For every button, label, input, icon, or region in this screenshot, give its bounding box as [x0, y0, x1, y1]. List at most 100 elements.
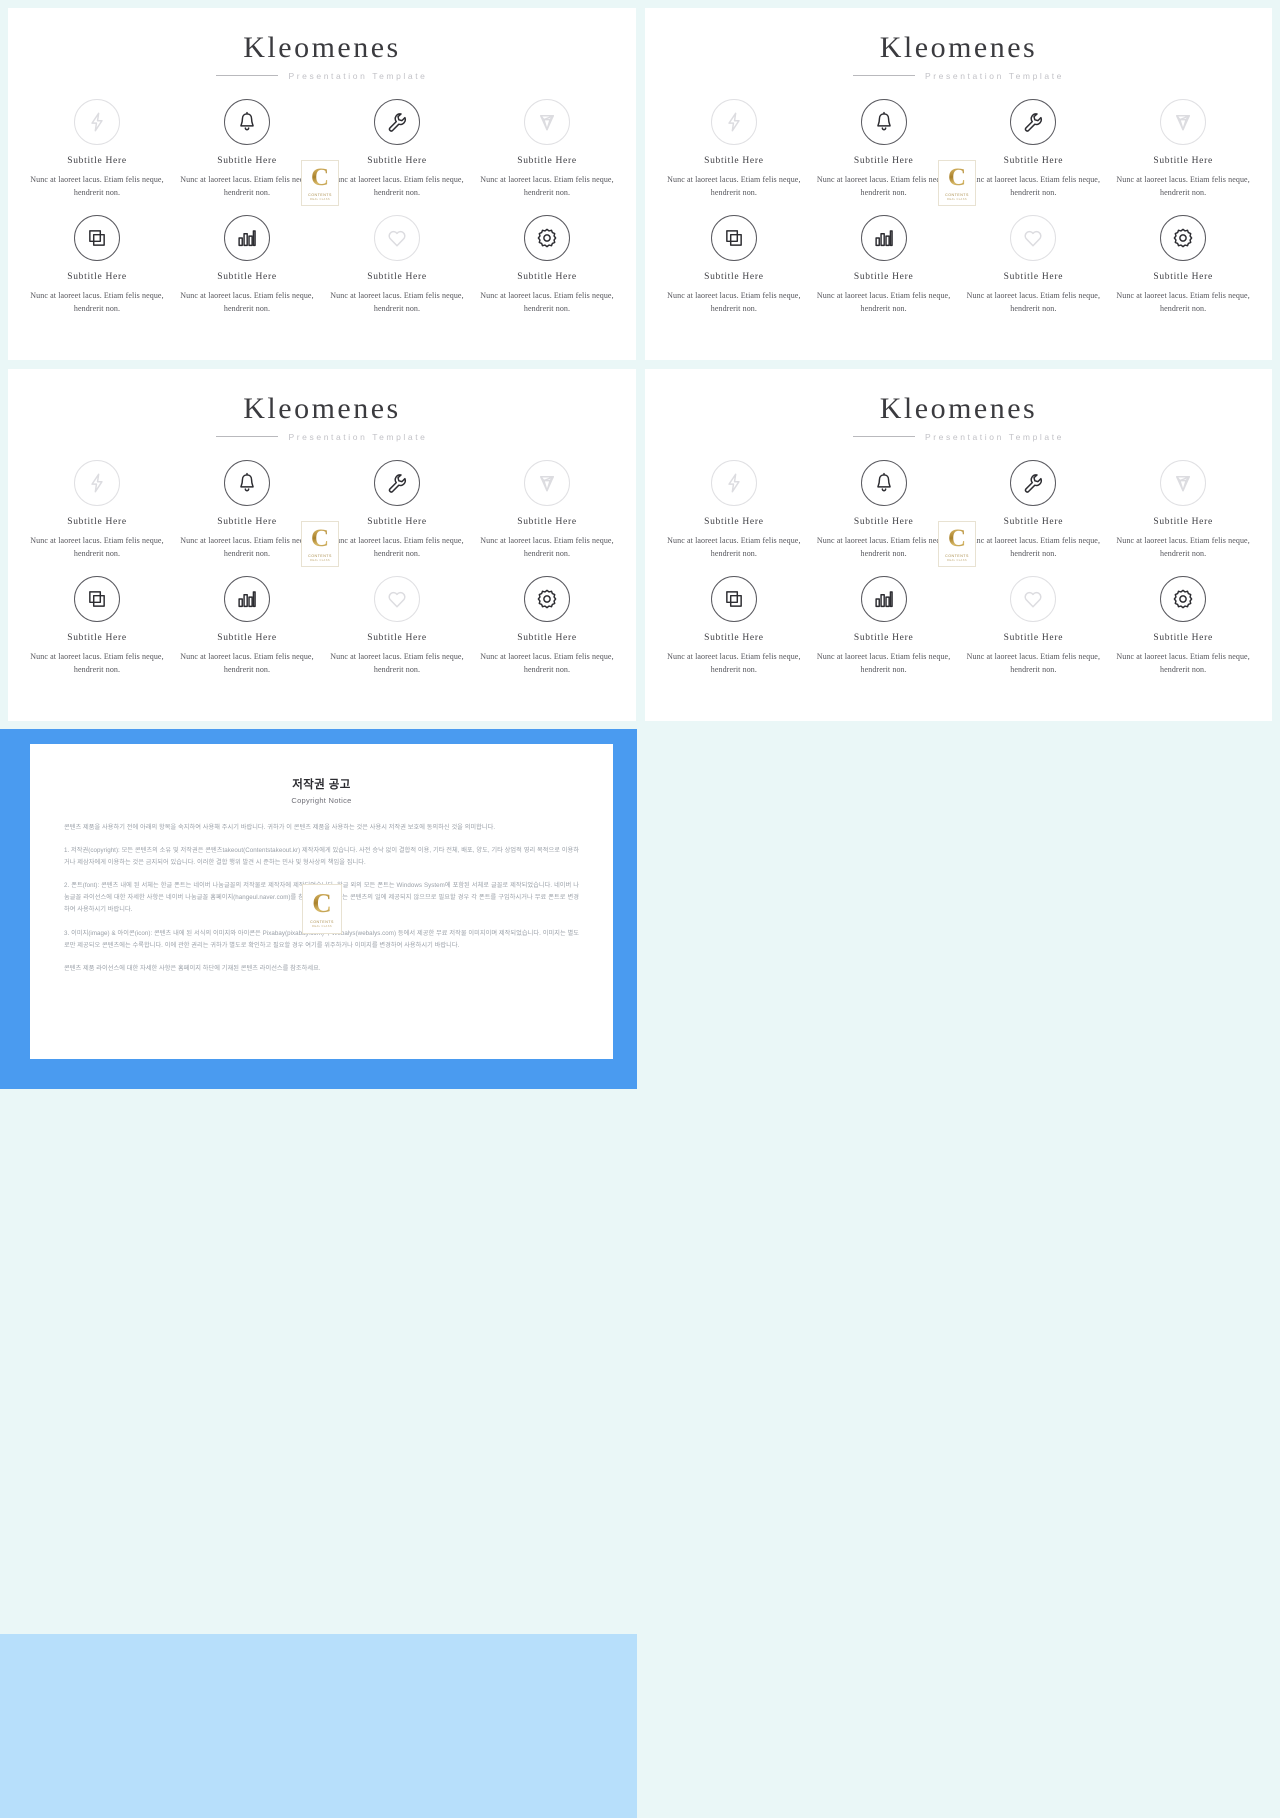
bell-icon[interactable] [860, 459, 907, 506]
feature-body: Nunc at laoreet lacus. Etiam felis neque… [1116, 535, 1250, 558]
lightning-bolt-icon[interactable] [710, 459, 757, 506]
feature-cell[interactable]: Subtitle Here Nunc at laoreet lacus. Etia… [959, 459, 1109, 560]
feature-cell[interactable]: Subtitle Here Nunc at laoreet lacus. Etia… [322, 575, 472, 676]
feature-cell[interactable]: Subtitle Here Nunc at laoreet lacus. Etia… [659, 98, 809, 199]
diamond-icon[interactable] [1160, 459, 1207, 506]
bar-chart-icon[interactable] [860, 214, 907, 261]
feature-cell[interactable]: Subtitle Here Nunc at laoreet lacus. Etia… [809, 575, 959, 676]
feature-cell[interactable]: Subtitle Here Nunc at laoreet lacus. Etia… [172, 459, 322, 560]
wrench-icon[interactable] [1010, 98, 1057, 145]
title-rule [852, 436, 915, 437]
feature-cell[interactable]: Subtitle Here Nunc at laoreet lacus. Etia… [172, 575, 322, 676]
lightning-bolt-icon[interactable] [74, 459, 120, 506]
feature-title: Subtitle Here [67, 155, 127, 166]
feature-cell[interactable]: Subtitle Here Nunc at laoreet lacus. Etia… [1108, 98, 1258, 199]
feature-cell[interactable]: Subtitle Here Nunc at laoreet lacus. Etia… [22, 98, 172, 199]
heart-icon[interactable] [374, 214, 420, 261]
heart-icon[interactable] [1010, 214, 1057, 261]
watermark-tagline: REAL CLASS [310, 198, 330, 201]
feature-cell[interactable]: Subtitle Here Nunc at laoreet lacus. Etia… [659, 575, 809, 676]
bell-icon[interactable] [224, 459, 270, 506]
feature-cell[interactable]: Subtitle Here Nunc at laoreet lacus. Etia… [959, 98, 1109, 199]
feature-cell[interactable]: Subtitle Here Nunc at laoreet lacus. Etia… [809, 214, 959, 315]
lightning-bolt-icon[interactable] [710, 98, 757, 145]
feature-title: Subtitle Here [367, 632, 427, 643]
subtitle-row: Presentation Template [8, 71, 636, 81]
feature-cell[interactable]: Subtitle Here Nunc at laoreet lacus. Etia… [322, 98, 472, 199]
diamond-icon[interactable] [524, 459, 570, 506]
feature-title: Subtitle Here [217, 632, 277, 643]
bar-chart-icon[interactable] [860, 575, 907, 622]
watermark-tagline: REAL CLASS [310, 559, 330, 562]
heart-icon[interactable] [374, 575, 420, 622]
gear-icon[interactable] [1160, 214, 1207, 261]
feature-cell[interactable]: Subtitle Here Nunc at laoreet lacus. Etia… [472, 459, 622, 560]
gear-icon[interactable] [1160, 575, 1207, 622]
feature-cell[interactable]: Subtitle Here Nunc at laoreet lacus. Etia… [172, 214, 322, 315]
feature-title: Subtitle Here [67, 516, 127, 527]
wrench-icon[interactable] [374, 459, 420, 506]
feature-cell[interactable]: Subtitle Here Nunc at laoreet lacus. Etia… [22, 575, 172, 676]
feature-body: Nunc at laoreet lacus. Etiam felis neque… [966, 535, 1101, 558]
layers-icon[interactable] [74, 214, 120, 261]
wrench-icon[interactable] [374, 98, 420, 145]
feature-cell[interactable]: Subtitle Here Nunc at laoreet lacus. Etia… [172, 98, 322, 199]
feature-cell[interactable]: Subtitle Here Nunc at laoreet lacus. Etia… [322, 459, 472, 560]
feature-cell[interactable]: Subtitle Here Nunc at laoreet lacus. Etia… [1108, 459, 1258, 560]
feature-title: Subtitle Here [1003, 271, 1064, 282]
gear-icon[interactable] [524, 575, 570, 622]
feature-title: Subtitle Here [367, 155, 427, 166]
bar-chart-icon[interactable] [224, 575, 270, 622]
bar-chart-icon[interactable] [224, 214, 270, 261]
watermark-letter: C [310, 164, 330, 191]
feature-title: Subtitle Here [1003, 632, 1064, 643]
feature-body: Nunc at laoreet lacus. Etiam felis neque… [480, 174, 614, 197]
slide-deck: Kleomenes Presentation Template Subtitle… [0, 0, 1280, 1818]
bell-icon[interactable] [224, 98, 270, 145]
feature-cell[interactable]: Subtitle Here Nunc at laoreet lacus. Etia… [472, 98, 622, 199]
feature-cell[interactable]: Subtitle Here Nunc at laoreet lacus. Etia… [22, 214, 172, 315]
feature-cell[interactable]: Subtitle Here Nunc at laoreet lacus. Etia… [959, 575, 1109, 676]
title-rule [852, 75, 915, 76]
feature-title: Subtitle Here [704, 632, 764, 643]
feature-title: Subtitle Here [853, 155, 914, 166]
watermark-tagline: REAL CLASS [947, 198, 967, 201]
watermark-logo: C CONTENTS REAL CLASS [301, 160, 339, 206]
feature-title: Subtitle Here [1153, 271, 1213, 282]
subtitle-row: Presentation Template [645, 432, 1272, 442]
feature-cell[interactable]: Subtitle Here Nunc at laoreet lacus. Etia… [959, 214, 1109, 315]
lightning-bolt-icon[interactable] [74, 98, 120, 145]
feature-body: Nunc at laoreet lacus. Etiam felis neque… [667, 290, 801, 314]
diamond-icon[interactable] [524, 98, 570, 145]
wrench-icon[interactable] [1010, 459, 1057, 506]
diamond-icon[interactable] [1160, 98, 1207, 145]
feature-cell[interactable]: Subtitle Here Nunc at laoreet lacus. Etia… [809, 459, 959, 560]
feature-cell[interactable]: Subtitle Here Nunc at laoreet lacus. Etia… [1108, 575, 1258, 676]
feature-body: Nunc at laoreet lacus. Etiam felis neque… [816, 535, 951, 558]
layers-icon[interactable] [74, 575, 120, 622]
watermark-tagline: REAL CLASS [947, 559, 967, 562]
feature-body: Nunc at laoreet lacus. Etiam felis neque… [480, 651, 614, 675]
layers-icon[interactable] [710, 214, 757, 261]
feature-cell[interactable]: Subtitle Here Nunc at laoreet lacus. Etia… [22, 459, 172, 560]
feature-cell[interactable]: Subtitle Here Nunc at laoreet lacus. Etia… [472, 575, 622, 676]
watermark-tagline: REAL CLASS [312, 925, 332, 928]
watermark-letter: C [310, 525, 330, 552]
gear-icon[interactable] [524, 214, 570, 261]
feature-title: Subtitle Here [517, 155, 577, 166]
feature-cell[interactable]: Subtitle Here Nunc at laoreet lacus. Etia… [322, 214, 472, 315]
title-rule [216, 75, 279, 76]
subtitle-row: Presentation Template [645, 71, 1272, 81]
feature-title: Subtitle Here [217, 155, 277, 166]
feature-title: Subtitle Here [853, 271, 914, 282]
feature-cell[interactable]: Subtitle Here Nunc at laoreet lacus. Etia… [659, 459, 809, 560]
feature-cell[interactable]: Subtitle Here Nunc at laoreet lacus. Etia… [472, 214, 622, 315]
feature-cell[interactable]: Subtitle Here Nunc at laoreet lacus. Etia… [809, 98, 959, 199]
page-subtitle: Presentation Template [924, 431, 1065, 442]
feature-body: Nunc at laoreet lacus. Etiam felis neque… [30, 535, 164, 558]
feature-cell[interactable]: Subtitle Here Nunc at laoreet lacus. Etia… [1108, 214, 1258, 315]
layers-icon[interactable] [710, 575, 757, 622]
feature-cell[interactable]: Subtitle Here Nunc at laoreet lacus. Etia… [659, 214, 809, 315]
heart-icon[interactable] [1010, 575, 1057, 622]
bell-icon[interactable] [860, 98, 907, 145]
